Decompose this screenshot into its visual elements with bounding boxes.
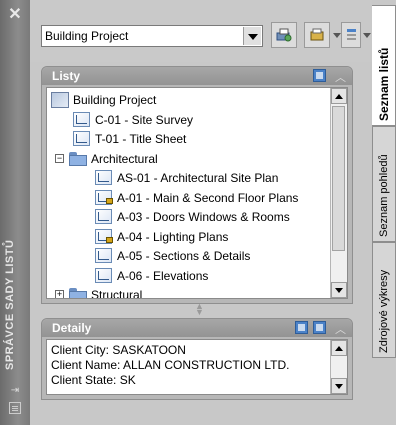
tab-view-list[interactable]: Seznam pohledů bbox=[372, 126, 396, 242]
chevron-down-icon[interactable] bbox=[243, 27, 261, 45]
tree-sheet-row[interactable]: A-06 - Elevations bbox=[47, 267, 317, 286]
tree-item-label: A-05 - Sections & Details bbox=[117, 249, 251, 263]
panel-splitter[interactable]: ▲ ▼ bbox=[195, 302, 204, 317]
tree-group-row[interactable]: − Architectural bbox=[47, 150, 317, 169]
list-view-icon bbox=[347, 29, 356, 40]
close-icon[interactable]: ✕ bbox=[6, 6, 24, 24]
scroll-down-button[interactable] bbox=[331, 378, 347, 394]
auto-hide-icon[interactable]: ⇥ bbox=[9, 386, 21, 396]
scroll-up-button[interactable] bbox=[331, 88, 347, 104]
sheet-set-manager: Building Project Listy ︿ Building Projec… bbox=[30, 0, 372, 425]
preview-icon[interactable] bbox=[313, 321, 326, 334]
tree-item-label: AS-01 - Architectural Site Plan bbox=[117, 171, 279, 185]
view-dropdown-arrow[interactable] bbox=[363, 33, 371, 38]
tab-sheet-list[interactable]: Seznam listů bbox=[372, 5, 396, 126]
tree-sheet-row[interactable]: A-05 - Sections & Details bbox=[47, 247, 317, 266]
collapse-details-icon[interactable]: ︿ bbox=[335, 321, 346, 337]
sheet-view-button[interactable] bbox=[341, 22, 361, 48]
collapse-icon[interactable]: − bbox=[55, 153, 64, 163]
sheet-set-dropdown[interactable]: Building Project bbox=[41, 25, 263, 47]
publish-dropdown-arrow[interactable] bbox=[333, 33, 341, 38]
scroll-thumb[interactable] bbox=[332, 106, 345, 251]
scroll-down-button[interactable] bbox=[331, 282, 347, 298]
subset-folder-icon bbox=[69, 288, 87, 298]
sheet-icon bbox=[73, 131, 90, 146]
tree-item-label: A-03 - Doors Windows & Rooms bbox=[117, 210, 290, 224]
tree-sheet-row[interactable]: A-03 - Doors Windows & Rooms bbox=[47, 208, 317, 227]
tree-item-label: C-01 - Site Survey bbox=[95, 112, 194, 127]
expand-icon[interactable]: + bbox=[55, 290, 64, 298]
tree-item-label: A-06 - Elevations bbox=[117, 268, 209, 283]
publish-to-dwf-button[interactable] bbox=[271, 22, 297, 48]
tab-sheet-list-label: Seznam listů bbox=[377, 47, 391, 121]
tree-sheet-row[interactable]: A-01 - Main & Second Floor Plans bbox=[47, 189, 317, 208]
details-panel: Detaily ︿ Client City: SASKATOON Client … bbox=[41, 318, 353, 400]
tab-view-list-label: Seznam pohledů bbox=[378, 154, 390, 237]
toolbar: Building Project bbox=[30, 0, 372, 62]
details-scrollbar[interactable] bbox=[330, 340, 347, 394]
details-panel-header[interactable]: Detaily ︿ bbox=[42, 319, 352, 337]
detail-line: Client City: SASKATOON bbox=[51, 343, 186, 357]
tree-item-label: Structural bbox=[91, 288, 143, 299]
lock-icon bbox=[106, 197, 113, 204]
tree-sheet-row[interactable]: A-04 - Lighting Plans bbox=[47, 228, 317, 247]
collapse-panel-icon[interactable]: ︿ bbox=[335, 69, 346, 85]
refresh-icon[interactable] bbox=[313, 69, 326, 82]
sheets-panel-title: Listy bbox=[52, 69, 81, 83]
tree-sheet-row[interactable]: T-01 - Title Sheet bbox=[47, 130, 317, 149]
palette-tabs: Seznam listů Seznam pohledů Zdrojové výk… bbox=[372, 0, 396, 425]
details-view-icon[interactable] bbox=[295, 321, 308, 334]
plot-icon bbox=[310, 28, 324, 41]
tree-item-label: Architectural bbox=[91, 151, 158, 166]
sheet-icon bbox=[95, 170, 112, 185]
scroll-up-button[interactable] bbox=[331, 340, 347, 356]
tab-resource-drawings-label: Zdrojové výkresy bbox=[378, 269, 390, 353]
tree-sheet-row[interactable]: AS-01 - Architectural Site Plan bbox=[47, 169, 317, 188]
tree-item-label: Building Project bbox=[73, 93, 157, 107]
tree-sheet-row[interactable]: C-01 - Site Survey bbox=[47, 111, 317, 130]
tree-root-row[interactable]: Building Project bbox=[47, 91, 317, 110]
details-content: Client City: SASKATOON Client Name: ALLA… bbox=[46, 339, 348, 395]
publish-icon bbox=[276, 28, 292, 42]
sheet-icon bbox=[95, 248, 112, 263]
sheets-tree[interactable]: Building Project C-01 - Site Survey T-01 -… bbox=[46, 87, 348, 299]
details-panel-title: Detaily bbox=[52, 321, 92, 335]
tree-item-label: A-04 - Lighting Plans bbox=[117, 229, 229, 244]
sheets-scrollbar[interactable] bbox=[330, 88, 347, 298]
sheet-set-value: Building Project bbox=[45, 29, 129, 43]
sheet-set-icon bbox=[51, 92, 69, 108]
subset-folder-icon bbox=[69, 151, 87, 166]
detail-line: Client Name: ALLAN CONSTRUCTION LTD. bbox=[51, 358, 290, 372]
sheets-panel: Listy ︿ Building Project C-01 - Site Surv… bbox=[41, 66, 353, 304]
sheet-icon bbox=[95, 209, 112, 224]
detail-line: Client State: SK bbox=[51, 373, 136, 387]
properties-icon[interactable] bbox=[9, 402, 21, 414]
palette-titlebar[interactable]: ✕ SPRÁVCE SADY LISTŮ ⇥ bbox=[0, 0, 30, 425]
tree-item-label: T-01 - Title Sheet bbox=[95, 132, 187, 146]
tab-resource-drawings[interactable]: Zdrojové výkresy bbox=[372, 242, 396, 358]
tree-item-label: A-01 - Main & Second Floor Plans bbox=[117, 190, 299, 205]
sheets-panel-header[interactable]: Listy ︿ bbox=[42, 67, 352, 85]
sheet-icon bbox=[95, 267, 112, 283]
tree-group-row[interactable]: + Structural bbox=[47, 286, 317, 299]
palette-title: SPRÁVCE SADY LISTŮ bbox=[4, 239, 16, 370]
sheet-icon bbox=[95, 228, 113, 244]
sheet-icon bbox=[95, 189, 113, 205]
sheet-icon bbox=[73, 111, 90, 127]
publish-button[interactable] bbox=[304, 22, 330, 48]
lock-icon bbox=[106, 236, 113, 243]
